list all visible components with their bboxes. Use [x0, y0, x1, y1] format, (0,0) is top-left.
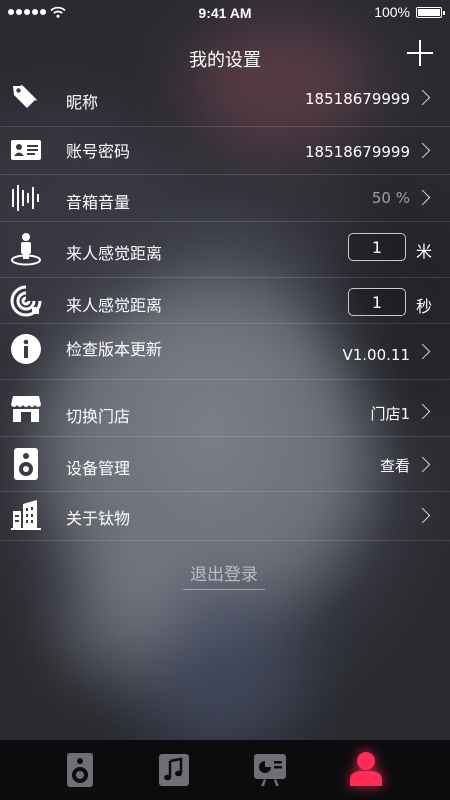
volume-value: 50 %	[371, 189, 410, 207]
settings-row-account[interactable]: 账号密码 18518679999	[0, 127, 450, 175]
chevron-right-icon	[414, 507, 431, 524]
speaker-icon	[9, 447, 43, 481]
distance-input[interactable]: 1	[348, 233, 406, 261]
sense-distance-label: 来人感觉距离	[66, 244, 163, 263]
tab-statistics[interactable]	[250, 750, 290, 790]
id-card-icon	[9, 133, 43, 167]
settings-row-version[interactable]: 检查版本更新 V1.00.11	[0, 324, 450, 380]
plus-icon[interactable]	[405, 38, 435, 68]
account-label: 账号密码	[66, 142, 131, 161]
sound-wave-icon	[9, 181, 43, 215]
nickname-value: 18518679999	[305, 90, 410, 108]
version-label: 检查版本更新	[66, 340, 163, 359]
settings-row-sense-distance-meters: 来人感觉距离 1 米	[0, 222, 450, 278]
music-note-icon	[159, 754, 189, 786]
sense-distance-label: 来人感觉距离	[66, 296, 163, 315]
page-title: 我的设置	[189, 50, 261, 71]
info-icon	[9, 332, 43, 366]
version-value: V1.00.11	[342, 346, 410, 364]
user-icon	[350, 752, 382, 786]
logout-button[interactable]: 退出登录	[183, 560, 265, 590]
settings-row-sense-distance-seconds: 来人感觉距离 1 秒	[0, 278, 450, 324]
speaker-icon	[67, 753, 93, 787]
volume-label: 音箱音量	[66, 193, 131, 212]
battery-percent: 100%	[374, 4, 410, 20]
settings-row-about[interactable]: 关于钛物	[0, 492, 450, 541]
nickname-label: 昵称	[66, 93, 99, 112]
tab-profile[interactable]	[346, 750, 386, 790]
seconds-unit: 秒	[416, 297, 433, 316]
chevron-right-icon	[414, 142, 431, 159]
devices-label: 设备管理	[66, 459, 131, 478]
settings-row-nickname[interactable]: 昵称 18518679999	[0, 72, 450, 127]
store-icon	[9, 392, 43, 426]
chevron-right-icon	[414, 456, 431, 473]
tag-icon	[9, 81, 43, 115]
settings-list: 昵称 18518679999 账号密码 18518679999 音箱音量 50 …	[0, 72, 450, 541]
tab-devices[interactable]	[60, 750, 100, 790]
chevron-right-icon	[414, 403, 431, 420]
settings-row-volume[interactable]: 音箱音量 50 %	[0, 175, 450, 222]
store-label: 切换门店	[66, 407, 131, 426]
signal-radar-icon	[9, 284, 43, 318]
devices-value: 查看	[379, 457, 410, 475]
seconds-input[interactable]: 1	[348, 288, 406, 316]
chart-board-icon	[254, 754, 286, 786]
distance-unit: 米	[416, 242, 433, 261]
chevron-right-icon	[414, 89, 431, 106]
status-bar: 9:41 AM 100%	[0, 0, 450, 26]
settings-row-devices[interactable]: 设备管理 查看	[0, 437, 450, 492]
tab-music[interactable]	[154, 750, 194, 790]
about-label: 关于钛物	[66, 509, 131, 528]
battery-icon	[416, 6, 445, 18]
store-value: 门店1	[370, 405, 410, 423]
chevron-right-icon	[414, 189, 431, 206]
building-icon	[9, 498, 43, 532]
tab-bar	[0, 740, 450, 800]
chevron-right-icon	[414, 343, 431, 360]
person-sensor-icon	[9, 232, 43, 266]
account-value: 18518679999	[305, 143, 410, 161]
settings-row-store[interactable]: 切换门店 门店1	[0, 380, 450, 437]
